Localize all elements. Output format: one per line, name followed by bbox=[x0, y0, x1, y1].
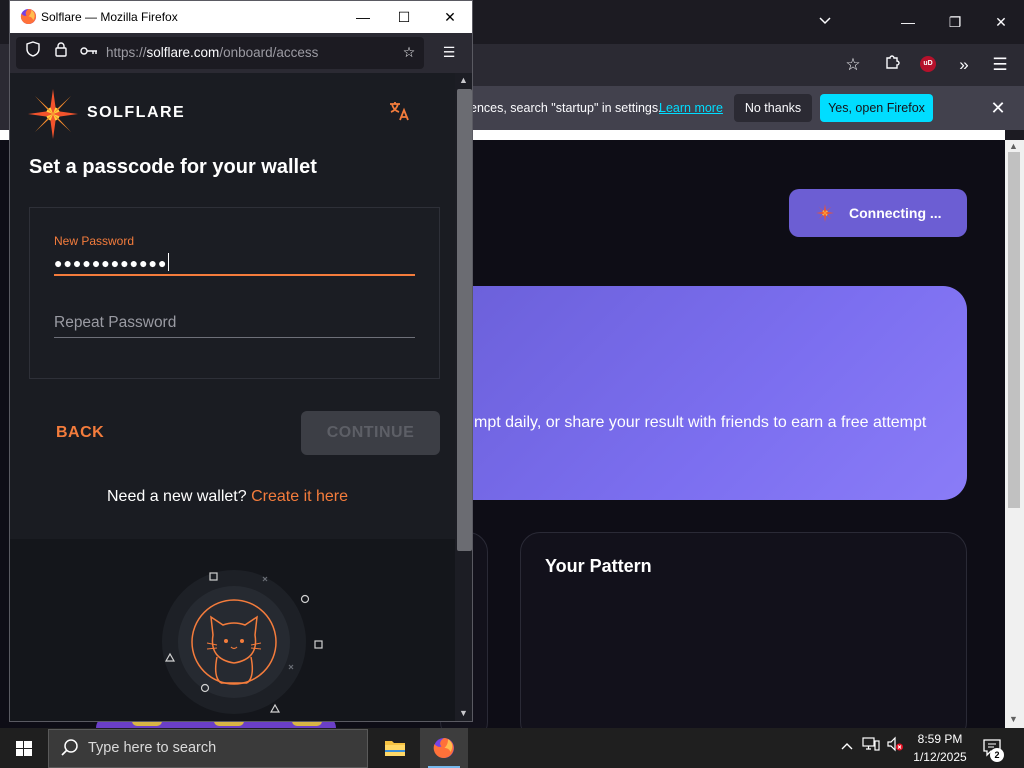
yes-open-firefox-button[interactable]: Yes, open Firefox bbox=[820, 94, 933, 122]
create-wallet-link[interactable]: Create it here bbox=[251, 488, 348, 505]
ublock-origin-icon[interactable]: uD bbox=[920, 56, 936, 72]
your-pattern-title: Your Pattern bbox=[545, 556, 652, 576]
scroll-down-arrow-icon[interactable]: ▼ bbox=[1009, 714, 1018, 724]
daily-attempt-banner bbox=[420, 286, 967, 500]
popup-window-title: Solflare — Mozilla Firefox bbox=[41, 10, 178, 24]
new-wallet-prompt: Need a new wallet? Create it here bbox=[107, 488, 348, 506]
popup-scroll-up-icon[interactable]: ▲ bbox=[459, 75, 468, 85]
start-button[interactable] bbox=[0, 728, 48, 768]
desktop: — ❐ ✕ ☆ uD » ☰ ences, search "startup" i… bbox=[0, 0, 1024, 768]
clock-date[interactable]: 1/12/2025 bbox=[908, 750, 972, 764]
passcode-form bbox=[29, 207, 440, 379]
back-button[interactable]: BACK bbox=[56, 424, 104, 442]
connecting-label: Connecting ... bbox=[849, 205, 942, 221]
firefox-icon bbox=[433, 738, 454, 758]
clock-time[interactable]: 8:59 PM bbox=[908, 732, 972, 746]
repeat-password-field[interactable]: Repeat Password bbox=[54, 314, 176, 332]
restore-button[interactable]: ❐ bbox=[940, 8, 970, 36]
taskbar-search-placeholder: Type here to search bbox=[88, 740, 217, 756]
new-wallet-text: Need a new wallet? bbox=[107, 488, 247, 505]
continue-button[interactable]: CONTINUE bbox=[301, 411, 440, 455]
new-password-field[interactable]: ●●●●●●●●●●●● bbox=[54, 253, 170, 271]
url-host: https://solflare.com bbox=[106, 45, 219, 60]
network-icon[interactable] bbox=[860, 736, 882, 758]
firefox-logo-icon bbox=[20, 8, 37, 25]
popup-url-text[interactable]: https://solflare.com/onboard/access bbox=[106, 45, 318, 60]
more-tools-chevrons-icon[interactable]: » bbox=[951, 52, 977, 78]
windows-logo-icon bbox=[16, 741, 32, 756]
new-password-label: New Password bbox=[54, 234, 135, 248]
popup-close-button[interactable]: ✕ bbox=[435, 4, 465, 30]
notification-count-badge: 2 bbox=[990, 748, 1004, 762]
file-explorer-taskbar-button[interactable] bbox=[371, 728, 419, 768]
url-domain: solflare.com bbox=[146, 45, 220, 60]
banner-text: mpt daily, or share your result with fri… bbox=[474, 414, 927, 431]
popup-menu-icon[interactable]: ☰ bbox=[438, 41, 460, 63]
key-permissions-icon[interactable] bbox=[78, 41, 100, 63]
search-icon bbox=[61, 739, 78, 756]
solflare-brand: SOLFLARE bbox=[87, 104, 186, 121]
popup-minimize-button[interactable]: — bbox=[348, 4, 378, 30]
popup-scroll-thumb[interactable] bbox=[457, 89, 472, 551]
popup-scroll-down-icon[interactable]: ▼ bbox=[459, 708, 468, 718]
close-window-button[interactable]: ✕ bbox=[986, 8, 1016, 36]
no-thanks-button[interactable]: No thanks bbox=[734, 94, 812, 122]
minimize-button[interactable]: — bbox=[893, 8, 923, 36]
new-password-underline bbox=[54, 274, 415, 276]
text-caret bbox=[168, 253, 170, 271]
learn-more-link[interactable]: Learn more bbox=[659, 101, 723, 115]
new-password-value: ●●●●●●●●●●●● bbox=[54, 255, 168, 271]
background-scroll-thumb[interactable] bbox=[1008, 152, 1020, 508]
solflare-popup-window: Solflare — Mozilla Firefox — ☐ ✕ https:/… bbox=[9, 0, 473, 722]
firefox-taskbar-button[interactable] bbox=[420, 728, 468, 768]
scroll-up-arrow-icon[interactable]: ▲ bbox=[1009, 141, 1018, 151]
page-heading: Set a passcode for your wallet bbox=[29, 156, 317, 178]
popup-maximize-button[interactable]: ☐ bbox=[389, 4, 419, 30]
url-path: /onboard/access bbox=[219, 45, 319, 60]
repeat-password-underline bbox=[54, 337, 415, 338]
lock-icon[interactable] bbox=[50, 41, 72, 63]
popup-bookmark-star-icon[interactable]: ☆ bbox=[398, 41, 420, 63]
folder-icon bbox=[385, 741, 405, 756]
solflare-logo-icon bbox=[28, 89, 78, 139]
volume-muted-icon[interactable] bbox=[884, 736, 906, 758]
notification-close-icon[interactable]: ✕ bbox=[986, 96, 1010, 120]
list-all-tabs-chevron-icon[interactable] bbox=[810, 8, 840, 36]
cat-mascot-illustration bbox=[162, 570, 323, 714]
url-scheme: https:// bbox=[106, 45, 147, 60]
extensions-puzzle-icon[interactable] bbox=[880, 52, 906, 78]
show-hidden-icons-chevron-icon[interactable] bbox=[836, 736, 858, 758]
connecting-wallet-button[interactable]: Connecting ... bbox=[789, 189, 967, 237]
solflare-star-icon bbox=[816, 204, 834, 222]
translate-icon[interactable] bbox=[386, 99, 414, 127]
hamburger-menu-icon[interactable]: ☰ bbox=[987, 52, 1013, 78]
bookmark-star-icon[interactable]: ☆ bbox=[840, 52, 866, 78]
tracking-shield-icon[interactable] bbox=[22, 41, 44, 63]
notification-text: ences, search "startup" in settings. bbox=[470, 101, 662, 115]
